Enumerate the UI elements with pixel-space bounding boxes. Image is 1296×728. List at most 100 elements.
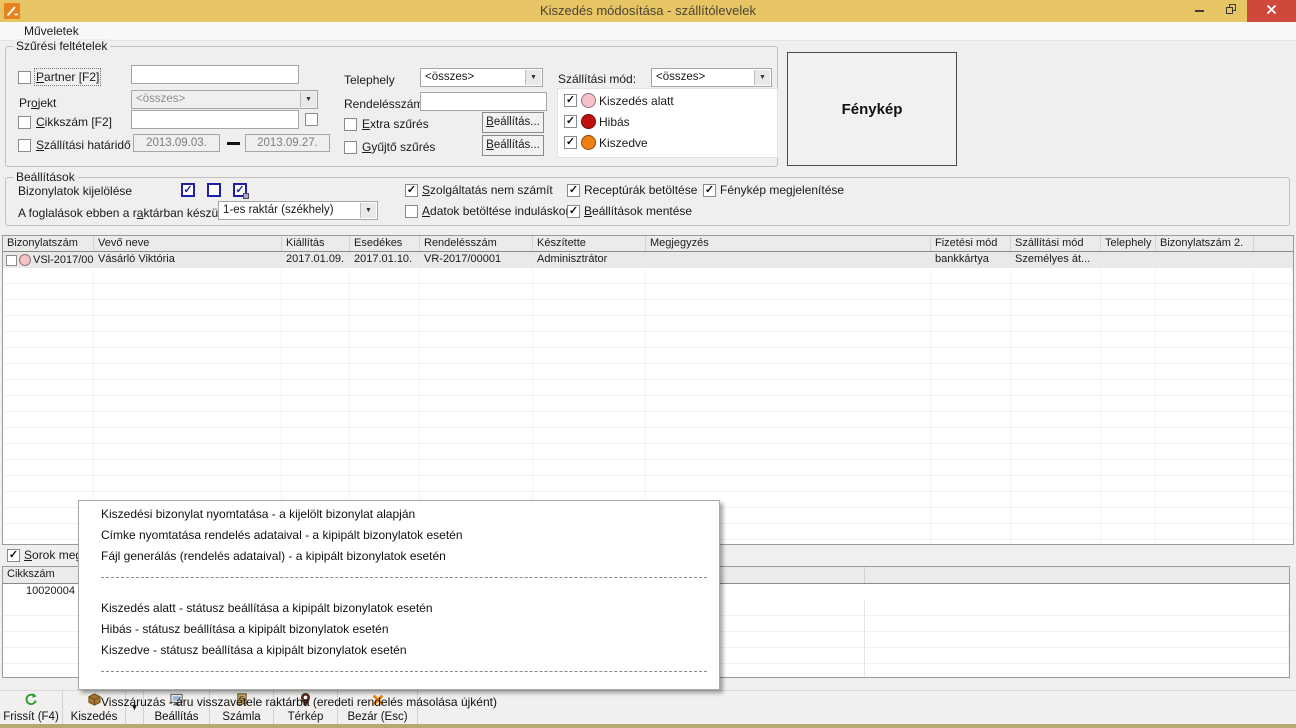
menu-separator [79, 577, 719, 598]
documents-table-header: Bizonylatszám Vevő neve Kiállítás Esedék… [3, 236, 1293, 252]
column-header-vevo-neve[interactable]: Vevő neve [94, 236, 282, 251]
documents-table: Bizonylatszám Vevő neve Kiállítás Esedék… [2, 235, 1294, 545]
extra-beallitas-button[interactable]: Beállítás... [482, 112, 544, 133]
filter-group-title: Szűrési feltételek [13, 39, 110, 53]
szallitasi-mod-value: <összes> [656, 71, 705, 83]
cikkszam-checkbox[interactable] [18, 116, 31, 129]
menu-bar: Műveletek [0, 22, 1296, 41]
sorok-megjelenitese-checkbox[interactable] [7, 549, 20, 562]
row-status-dot [19, 254, 31, 266]
menu-item-visszaruzas[interactable]: Visszáruzás - áru visszavétele raktárba … [79, 692, 719, 713]
fenykep-megjelenitese-label[interactable]: Fénykép megjelenítése [720, 183, 844, 197]
row-select-checkbox[interactable] [6, 255, 17, 266]
chevron-down-icon: ▼ [300, 92, 316, 107]
column-header-bizonylatszam[interactable]: Bizonylatszám [3, 236, 94, 251]
column-header-keszitette[interactable]: Készítette [533, 236, 646, 251]
app-window: Kiszedés módosítása - szállítólevelek Mű… [0, 0, 1296, 728]
deselect-all-checkbox-icon[interactable] [207, 183, 221, 197]
chevron-down-icon: ▼ [525, 70, 541, 85]
raktar-select[interactable]: 1-es raktár (székhely) ▼ [218, 201, 378, 220]
menu-item-kiszedes-alatt[interactable]: Kiszedés alatt - státusz beállítása a ki… [79, 598, 719, 619]
szallitasi-mod-select[interactable]: <összes> ▼ [651, 68, 772, 87]
close-icon [1266, 4, 1277, 18]
menu-item-kiszedve[interactable]: Kiszedve - státusz beállítása a kipipált… [79, 640, 719, 661]
szallitasi-hatarido-label[interactable]: Szállítási határidő [36, 138, 131, 152]
row-cell-esedekes: 2017.01.10. [350, 252, 420, 268]
cikkszam-label[interactable]: Cikkszám [F2] [36, 115, 112, 129]
telephely-select[interactable]: <összes> ▼ [420, 68, 543, 87]
extra-szures-checkbox[interactable] [344, 118, 357, 131]
cikkszam-extra-checkbox[interactable] [305, 113, 318, 126]
gyujto-szures-checkbox[interactable] [344, 141, 357, 154]
row-cell-megjegyzes [646, 252, 931, 268]
chevron-down-icon: ▼ [754, 70, 770, 85]
column-header-bizonylatszam-2[interactable]: Bizonylatszám 2. [1156, 236, 1254, 251]
status-kiszedve-checkbox[interactable] [564, 136, 577, 149]
row-cell-empty [1254, 252, 1293, 268]
column-header-megjegyzes[interactable]: Megjegyzés [646, 236, 931, 251]
column-header-telephely[interactable]: Telephely [1101, 236, 1156, 251]
menu-item-cimke-nyomtatas[interactable]: Címke nyomtatása rendelés adataival - a … [79, 525, 719, 546]
beallitasok-mentese-checkbox[interactable] [567, 205, 580, 218]
menu-separator [79, 671, 719, 692]
projekt-select[interactable]: <összes> ▼ [131, 90, 318, 109]
column-header-kiallitas[interactable]: Kiállítás [282, 236, 350, 251]
rendelesszam-input[interactable] [420, 92, 547, 111]
minimize-icon [1195, 10, 1204, 12]
sorok-megjelenitese-label[interactable]: Sorok meg [24, 548, 82, 562]
szallitasi-hatarido-checkbox[interactable] [18, 139, 31, 152]
hatarido-to-input[interactable]: 2013.09.27. [245, 134, 330, 152]
row-cell-szallitasi-mod: Személyes át... [1011, 252, 1101, 268]
szolgaltatas-label[interactable]: Szolgáltatás nem számít [422, 183, 553, 197]
column-header-szallitasi-mod[interactable]: Szállítási mód [1011, 236, 1101, 251]
restore-button[interactable] [1215, 0, 1247, 22]
frissit-button[interactable]: Frissít (F4) [0, 691, 63, 724]
foglalasok-label: A foglalások ebben a raktárban készülnek… [18, 206, 244, 220]
telephely-label: Telephely [344, 73, 395, 87]
partner-input[interactable] [131, 65, 299, 84]
invert-badge [243, 193, 249, 199]
status-kiszedes-alatt-checkbox[interactable] [564, 94, 577, 107]
partner-label[interactable]: Partner [F2] [36, 70, 99, 84]
photo-placeholder: Fénykép [787, 52, 957, 166]
adatok-betoltese-label[interactable]: Adatok betöltése induláskor [422, 204, 569, 218]
column-header-hidden-2 [865, 567, 1289, 583]
hatarido-from-input[interactable]: 2013.09.03. [133, 134, 220, 152]
telephely-value: <összes> [425, 71, 474, 83]
column-header-rendelesszam[interactable]: Rendelésszám [420, 236, 533, 251]
row-bizonylatszam: VSl-2017/00002 [33, 254, 94, 266]
column-header-fizetesi-mod[interactable]: Fizetési mód [931, 236, 1011, 251]
minimize-button[interactable] [1183, 0, 1215, 22]
extra-szures-label[interactable]: Extra szűrés [362, 117, 429, 131]
beallitasok-mentese-label[interactable]: Beállítások mentése [584, 204, 692, 218]
settings-group-title: Beállítások [13, 170, 78, 184]
gyujto-beallitas-button[interactable]: Beállítás... [482, 135, 544, 156]
select-all-checkbox-icon[interactable]: ✓ [181, 183, 195, 197]
table-row[interactable]: VSl-2017/00002 Vásárló Viktória 2017.01.… [3, 252, 1293, 268]
menu-item-hibas[interactable]: Hibás - státusz beállítása a kipipált bi… [79, 619, 719, 640]
raktar-value: 1-es raktár (székhely) [223, 204, 334, 216]
status-hibas-checkbox[interactable] [564, 115, 577, 128]
column-header-cikkszam[interactable]: Cikkszám [3, 567, 79, 583]
gyujto-szures-label[interactable]: Gyűjtő szűrés [362, 140, 435, 154]
cikkszam-input[interactable] [131, 110, 299, 129]
status-hibas-label: Hibás [599, 115, 630, 129]
recepturak-label[interactable]: Receptúrák betöltése [584, 183, 697, 197]
chevron-down-icon: ▼ [360, 203, 376, 218]
recepturak-checkbox[interactable] [567, 184, 580, 197]
menu-item-kiszedesi-bizonylat[interactable]: Kiszedési bizonylat nyomtatása - a kijel… [79, 504, 719, 525]
fenykep-megjelenitese-checkbox[interactable] [703, 184, 716, 197]
partner-checkbox[interactable] [18, 71, 31, 84]
row-cell-vevo: Vásárló Viktória [94, 252, 282, 268]
menu-muveletek[interactable]: Műveletek [24, 24, 79, 38]
projekt-value: <összes> [136, 93, 185, 105]
szolgaltatas-checkbox[interactable] [405, 184, 418, 197]
close-button[interactable] [1247, 0, 1296, 22]
column-header-esedekes[interactable]: Esedékes [350, 236, 420, 251]
row-cell-fizetesi-mod: bankkártya [931, 252, 1011, 268]
adatok-betoltese-checkbox[interactable] [405, 205, 418, 218]
status-filter-box: Kiszedés alatt Hibás Kiszedve [557, 88, 778, 158]
menu-item-fajl-generalas[interactable]: Fájl generálás (rendelés adataival) - a … [79, 546, 719, 567]
invert-selection-checkbox-icon[interactable]: ✓ [233, 183, 247, 197]
item-cikkszam-value: 10020004 [3, 584, 79, 600]
